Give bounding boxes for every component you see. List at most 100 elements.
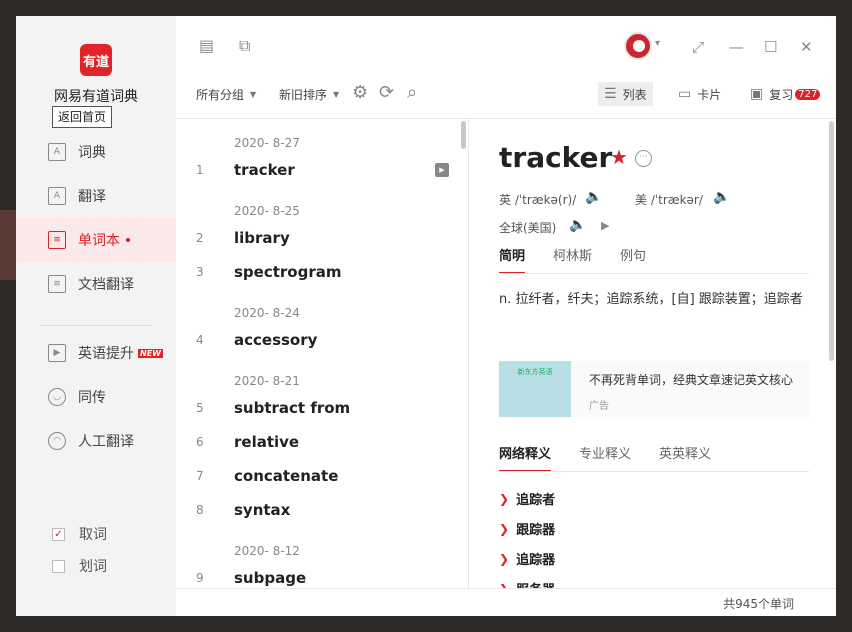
row-number: 4 [196,333,204,347]
row-word: spectrogram [234,263,342,281]
tab-concise[interactable]: 简明 [499,245,526,274]
speaker-icon[interactable]: 🔈 [569,217,586,233]
tab-divider [499,471,809,472]
speaker-icon[interactable]: 🔈 [713,189,730,205]
detail-scrollbar[interactable] [829,121,834,361]
sort-dropdown[interactable]: 新旧排序 ▼ [279,86,339,103]
more-icon[interactable]: ··· [635,150,652,167]
resize-icon[interactable]: ⤢ [692,38,704,56]
review-count-badge: 727 [795,88,821,100]
star-icon[interactable]: ★ [610,145,628,169]
tab-english-definition[interactable]: 英英释义 [659,443,711,472]
sync-icon[interactable]: ⟳ [379,82,394,103]
row-number: 6 [196,435,204,449]
capture-word-checkbox[interactable]: ✓ [52,527,65,541]
card-view-button[interactable]: ▭ 卡片 [672,82,727,106]
web-def-item[interactable]: ❯ 追踪者 [499,489,556,509]
maximize-icon[interactable]: ☐ [764,38,777,56]
word-detail: tracker ★ ··· 英 /ˈtrækə(r)/ 🔈 美 /ˈtrækər… [468,118,836,588]
sidebar-divider [40,325,152,326]
play-icon[interactable]: ▶ [435,163,449,177]
simultaneous-icon: ◡ [48,388,66,406]
list-item[interactable]: 7 concatenate [176,461,456,491]
list-item[interactable]: 1 tracker ▶ [176,155,456,185]
option-label: 划词 [79,559,107,575]
review-button[interactable]: ▣ 复习 727 [744,82,826,106]
tab-professional-definition[interactable]: 专业释义 [579,443,631,472]
web-def-text: 追踪器 [516,553,556,568]
us-phonetic: 美 /ˈtrækər/ [635,193,703,207]
next-icon[interactable]: ▶ [601,219,609,232]
gear-icon[interactable]: ⚙ [352,82,368,103]
notification-dot [126,238,130,242]
new-badge: NEW [138,348,163,358]
screenshot-icon[interactable]: ⧉ [239,36,250,56]
row-number: 5 [196,401,204,415]
sidebar-item-english-improve[interactable]: ▶ 英语提升 NEW [16,331,176,375]
list-item[interactable]: 2 library [176,223,456,253]
headword: tracker [499,141,613,174]
detail-tabs: 简明 柯林斯 例句 [499,245,674,274]
minimize-icon[interactable]: — [729,38,744,56]
option-capture-word[interactable]: ✓ 取词 [52,524,107,544]
sort-label: 新旧排序 [279,88,328,102]
wordbook-icon: ≡ [48,231,66,249]
sidebar-item-label: 英语提升 [78,346,134,362]
group-filter-dropdown[interactable]: 所有分组 ▼ [196,86,256,103]
date-header: 2020- 8-24 [234,306,300,320]
list-item[interactable]: 9 subpage [176,563,456,588]
date-header: 2020- 8-12 [234,544,300,558]
chevron-down-icon[interactable]: ▾ [655,38,660,49]
web-def-item[interactable]: ❯ 跟踪器 [499,519,555,539]
document-icon[interactable]: ▤ [199,36,214,55]
word-list: 2020- 8-27 1 tracker ▶ 2020- 8-25 2 libr… [176,118,468,588]
sidebar-item-label: 翻译 [78,189,106,205]
date-header: 2020- 8-25 [234,204,300,218]
youdao-logo: 有道 [80,44,112,76]
avatar[interactable] [624,32,652,60]
group-filter-label: 所有分组 [196,88,245,102]
close-icon[interactable]: ✕ [800,38,813,56]
sidebar-item-label: 人工翻译 [78,434,134,450]
word-count: 共945个单词 [723,597,794,611]
date-header: 2020- 8-27 [234,136,300,150]
word-list-scrollbar[interactable] [461,121,466,149]
web-def-item[interactable]: ❯ 追踪器 [499,549,556,569]
global-phonetic: 全球(美国) [499,221,557,235]
sidebar-item-wordbook[interactable]: ≡ 单词本 [16,218,176,262]
ad-text: 不再死背单词，经典文章速记英文核心 [589,373,794,387]
web-def-text: 追踪者 [516,493,556,508]
sidebar-item-doc-translate[interactable]: ≡ 文档翻译 [16,262,176,306]
list-item[interactable]: 8 syntax [176,495,456,525]
list-item[interactable]: 4 accessory [176,325,456,355]
definition: n. 拉纤者，纤夫；追踪系统，[自] 跟踪装置；追踪者 [499,292,803,307]
card-view-label: 卡片 [697,87,722,102]
row-number: 2 [196,231,204,245]
select-word-checkbox[interactable] [52,559,65,573]
sidebar-item-label: 同传 [78,390,106,406]
speaker-icon[interactable]: 🔈 [585,189,602,205]
list-item[interactable]: 3 spectrogram [176,257,456,287]
sidebar-item-simultaneous[interactable]: ◡ 同传 [16,375,176,419]
caret-down-icon: ▼ [250,90,257,99]
list-icon: ☰ [604,86,617,102]
sidebar-item-human-translate[interactable]: ◠ 人工翻译 [16,419,176,463]
web-def-tabs: 网络释义 专业释义 英英释义 [499,443,739,472]
tab-collins[interactable]: 柯林斯 [553,245,592,274]
web-def-item[interactable]: ❯ 服务器 [499,579,555,589]
status-bar: 共945个单词 [176,588,836,616]
sidebar-item-translate[interactable]: A 翻译 [16,174,176,218]
sidebar-item-dict[interactable]: A 词典 [16,130,176,174]
tab-web-definition[interactable]: 网络释义 [499,443,552,472]
date-header: 2020- 8-21 [234,374,300,388]
list-view-button[interactable]: ☰ 列表 [598,82,653,106]
ad-banner[interactable]: 新东方英语 不再死背单词，经典文章速记英文核心 广告 [499,361,809,417]
sidebar-item-label: 词典 [78,145,106,161]
search-icon[interactable]: ⌕ [407,82,417,103]
list-item[interactable]: 6 relative [176,427,456,457]
uk-phonetic: 英 /ˈtrækə(r)/ [499,193,577,207]
option-select-word[interactable]: 划词 [52,556,107,576]
tab-examples[interactable]: 例句 [620,245,646,274]
home-button[interactable]: 返回首页 [52,106,112,128]
list-item[interactable]: 5 subtract from [176,393,456,423]
